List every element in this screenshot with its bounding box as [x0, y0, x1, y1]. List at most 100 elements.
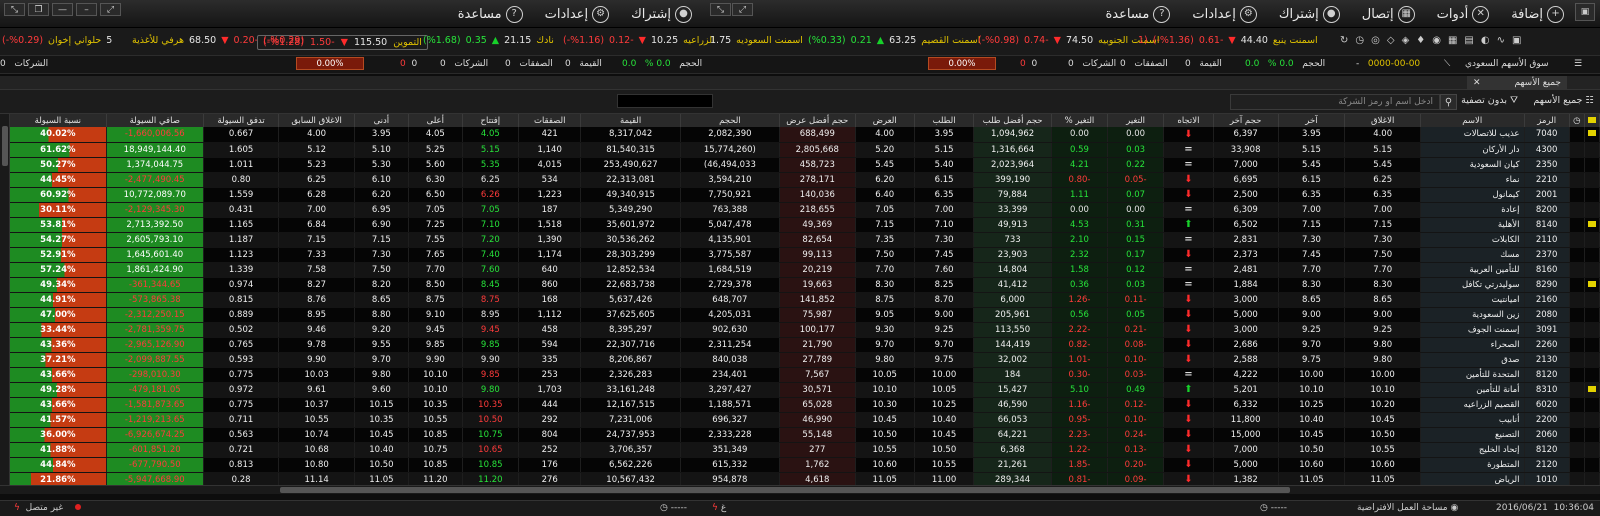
- globe-icon[interactable]: ◎: [1371, 35, 1380, 46]
- ticker-item-2[interactable]: التموين 115.50 ▼ -1.50 (%1.28-): [257, 35, 428, 50]
- col-header-22[interactable]: صافي السيولة: [106, 114, 204, 127]
- menu-item-5[interactable]: ? مساعدة: [1105, 5, 1171, 23]
- search-icon[interactable]: ⚲: [1440, 94, 1457, 110]
- col-header-17[interactable]: إفتتاح: [462, 114, 519, 127]
- col-header-7[interactable]: الاتجاه: [1163, 114, 1214, 127]
- col-header-18[interactable]: أعلى: [408, 114, 463, 127]
- table-row[interactable]: 8310 أمانة للتأمين 10.10 10.10 5,201 ⬆ 0.49 5.1…: [10, 382, 1600, 398]
- cell-val: 7,231,006: [580, 412, 681, 428]
- close-icon[interactable]: ✕: [1473, 78, 1481, 88]
- table-row[interactable]: 2160 اميانتيت 8.65 8.65 3,000 ⬇ -0.11 -1.26 6,00…: [10, 292, 1600, 308]
- layers-icon[interactable]: ◈: [1402, 35, 1410, 46]
- workspace-selector[interactable]: ◉ مساحة العمل الافتراضية: [1357, 503, 1458, 513]
- market-menu-icon[interactable]: ☰: [1574, 59, 1582, 69]
- shrink-icon[interactable]: ⤡: [710, 3, 731, 16]
- bell-icon[interactable]: ◇: [1387, 35, 1395, 46]
- stats-market-name[interactable]: سوق الأسهم السعودي: [1465, 59, 1549, 69]
- menu-item-0[interactable]: ● إشتراك: [631, 5, 692, 23]
- table-row[interactable]: 2001 كيمانول 6.35 6.35 2,500 ⬇ 0.07 1.11 79,884 6…: [10, 187, 1600, 203]
- table-row[interactable]: 2200 أنابيب 10.45 10.40 11,800 ⬇ -0.10 -0.95 66,…: [10, 412, 1600, 428]
- col-header-23[interactable]: نسبة السيولة: [10, 114, 107, 127]
- col-header-5[interactable]: آخر: [1278, 114, 1346, 127]
- all-stocks-button[interactable]: ☷ جميع الأسهم: [1533, 95, 1594, 106]
- menu-item-0[interactable]: + إضافة: [1511, 5, 1564, 23]
- col-header-16[interactable]: الصفقات: [518, 114, 582, 127]
- ticker-item-8[interactable]: اسمنت ينبع 44.40 ▼ -0.61 (%1.36-) (1: [1138, 35, 1318, 46]
- ticker-item-3[interactable]: نادك 21.15 ▲ 0.35 (%1.68): [423, 35, 554, 46]
- col-header-14[interactable]: الحجم: [680, 114, 781, 127]
- menu-item-4[interactable]: ⚙ إعدادات: [1192, 5, 1257, 23]
- col-header-3[interactable]: الاسم: [1420, 114, 1525, 127]
- table-row[interactable]: 8120 إتحاد الخليج 10.55 10.50 7,000 ⬇ -0.13 -1.…: [10, 442, 1600, 458]
- table-row[interactable]: 8140 الأهلية 7.15 7.15 6,502 ⬆ 0.31 4.53 49,913 7…: [10, 217, 1600, 233]
- minimize-icon[interactable]: —: [52, 3, 73, 16]
- resize-icon[interactable]: ⤡: [4, 3, 25, 16]
- ticker-item-0[interactable]: 5 حلواني إخوان (%0.29-): [2, 35, 112, 46]
- table-row[interactable]: 6020 القصيم الزراعيه 10.20 10.25 6,332 ⬇ -0.12…: [10, 397, 1600, 413]
- chart-icon[interactable]: ▣: [1512, 35, 1521, 46]
- table-row[interactable]: 2080 زين السعودية 9.00 9.00 5,000 ⬇ 0.05 0.56 20…: [10, 307, 1600, 323]
- grid-icon[interactable]: ▦: [1448, 35, 1457, 46]
- table-row[interactable]: 1010 الرياض 11.05 11.05 1,382 ⬇ -0.09 -0.81 289,…: [10, 472, 1600, 485]
- col-header-6[interactable]: حجم آخر: [1213, 114, 1279, 127]
- cell-close: 10.50: [1344, 427, 1421, 443]
- line-chart-icon[interactable]: ∿: [1497, 35, 1505, 46]
- table-row[interactable]: 8290 سوليدرتي تكافل 8.30 8.30 1,884 = 0.03 0.36…: [10, 277, 1600, 293]
- col-header-19[interactable]: أدنى: [354, 114, 409, 127]
- refresh-icon[interactable]: ↻: [1340, 35, 1348, 46]
- horizontal-scrollbar[interactable]: [0, 485, 1600, 494]
- drop-icon[interactable]: ♦: [1416, 35, 1425, 46]
- table-icon[interactable]: ▤: [1464, 35, 1473, 46]
- table-row[interactable]: 2210 نماء 6.25 6.15 6,695 ⬇ -0.05 -0.80 399,190 6…: [10, 172, 1600, 188]
- table-row[interactable]: 2130 صدق 9.80 9.75 2,588 ⬇ -0.10 -1.01 32,002 9.7…: [10, 352, 1600, 368]
- filter-button[interactable]: ⛛ بدون تصفية: [1461, 95, 1518, 106]
- table-row[interactable]: 8160 للتأمين العربية 7.70 7.70 2,481 = 0.12 1.5…: [10, 262, 1600, 278]
- col-header-4[interactable]: الاغلاق: [1344, 114, 1421, 127]
- col-header-15[interactable]: القيمة: [580, 114, 681, 127]
- cell-flow: 0.889: [203, 307, 280, 323]
- col-header-12[interactable]: العرض: [855, 114, 915, 127]
- col-header-2[interactable]: الرمز: [1524, 114, 1570, 127]
- tab-all-stocks[interactable]: جميع الأسهم ✕: [1467, 76, 1567, 90]
- menu-item-3[interactable]: ● إشتراك: [1279, 5, 1340, 23]
- ticker-item-5[interactable]: اسمنت السعوديه 1.75: [710, 35, 803, 46]
- col-header-10[interactable]: حجم أفضل طلب: [973, 114, 1052, 127]
- vertical-scrollbar[interactable]: [0, 114, 10, 485]
- col-header-0[interactable]: [1584, 114, 1600, 127]
- menu-item-2[interactable]: ? مساعدة: [458, 5, 523, 23]
- table-row[interactable]: 2110 الكابلات 7.30 7.30 2,831 = 0.15 2.10 733 7.3…: [10, 232, 1600, 248]
- ticker-item-4[interactable]: الزراعيه 10.25 ▼ -0.12 (%1.16-): [563, 35, 715, 46]
- table-row[interactable]: 2120 المتطورة 10.60 10.60 5,000 ⬇ -0.20 -1.85 21…: [10, 457, 1600, 473]
- fullscreen-icon[interactable]: ⤢: [732, 3, 753, 16]
- menu-item-1[interactable]: ✕ أدوات: [1437, 5, 1490, 23]
- table-row[interactable]: 8120 المتحدة للتأمين 10.00 10.00 4,222 = -0.03…: [10, 367, 1600, 383]
- col-header-20[interactable]: الاغلاق السابق: [278, 114, 355, 127]
- ticker-item-7[interactable]: اسمنت الجنوبيه 74.50 ▼ -0.74 (%0.98-): [978, 35, 1160, 46]
- col-header-21[interactable]: تدفق السيولة: [203, 114, 280, 127]
- clock-icon[interactable]: ◷: [1355, 35, 1364, 46]
- col-header-9[interactable]: التغير %: [1051, 114, 1109, 127]
- col-header-1[interactable]: ◷: [1569, 114, 1585, 127]
- col-header-8[interactable]: التغير: [1107, 114, 1165, 127]
- chart-line-icon[interactable]: ⟋: [1444, 59, 1450, 69]
- table-row[interactable]: 3091 إسمنت الجوف 9.25 9.25 3,000 ⬇ -0.21 -2.22 1…: [10, 322, 1600, 338]
- table-row[interactable]: 2370 مسك 7.50 7.45 2,373 ⬇ 0.17 2.32 23,903 7.45 7…: [10, 247, 1600, 263]
- table-row[interactable]: 4300 دار الأركان 5.15 5.15 33,908 = 0.03 0.59 1,…: [10, 142, 1600, 158]
- eye-icon[interactable]: ◐: [1481, 35, 1490, 46]
- restore-icon[interactable]: ❐: [28, 3, 49, 16]
- table-row[interactable]: 8200 إعادة 7.00 7.00 6,309 = 0.00 0.00 33,399 7.0…: [10, 202, 1600, 218]
- table-row[interactable]: 2350 كيان السعودية 5.45 5.45 7,000 = 0.22 4.21 2…: [10, 157, 1600, 173]
- menu-item-1[interactable]: ⚙ إعدادات: [545, 5, 610, 23]
- table-row[interactable]: 7040 عذيب للاتصالات 4.00 3.95 6,397 ⬇ 0.00 0.00…: [10, 127, 1600, 143]
- col-header-13[interactable]: حجم أفضل عرض: [779, 114, 856, 127]
- search-input[interactable]: ادخل اسم او رمز الشركة: [1230, 94, 1440, 110]
- col-header-11[interactable]: الطلب: [914, 114, 975, 127]
- table-row[interactable]: 2060 التصنيع 10.50 10.45 15,000 ⬇ -0.24 -2.23 64…: [10, 427, 1600, 443]
- table-row[interactable]: 2260 الصحراء 9.80 9.70 2,686 ⬇ -0.08 -0.82 144,4…: [10, 337, 1600, 353]
- expand-icon[interactable]: ⤢: [100, 3, 121, 16]
- ticker-item-6[interactable]: اسمنت القصيم 63.25 ▲ 0.21 (%0.33): [808, 35, 980, 46]
- target-icon[interactable]: ◉: [1432, 35, 1441, 46]
- minimize2-icon[interactable]: –: [76, 3, 97, 16]
- cell-pct: -1.01: [1051, 352, 1109, 368]
- menu-item-2[interactable]: ▦ إتصال: [1362, 5, 1415, 23]
